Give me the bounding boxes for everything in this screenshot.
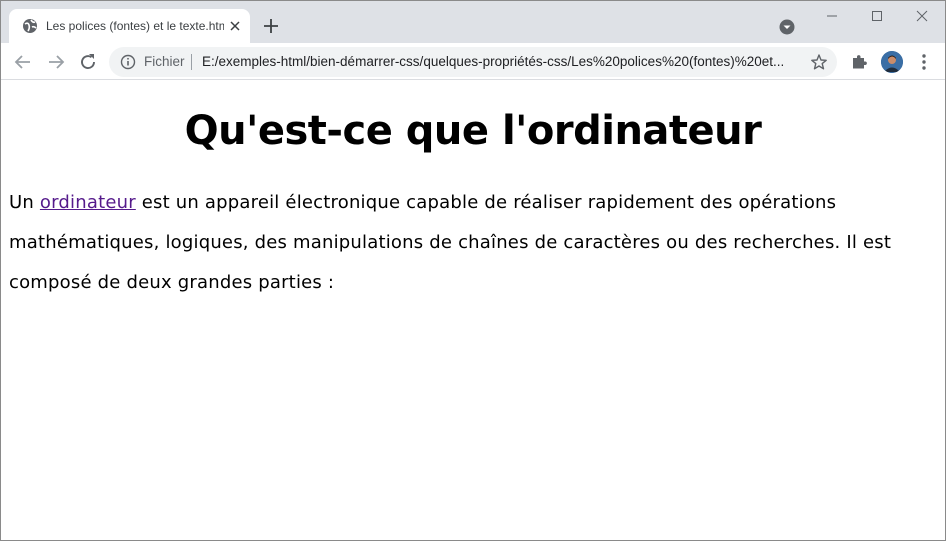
ordinateur-link[interactable]: ordinateur bbox=[40, 192, 136, 213]
page-viewport: Qu'est-ce que l'ordinateur Un ordinateur… bbox=[1, 81, 945, 540]
close-icon[interactable] bbox=[899, 1, 945, 31]
globe-icon bbox=[22, 18, 38, 34]
browser-window: Les polices (fontes) et le texte.htm Fic… bbox=[0, 0, 946, 541]
address-bar[interactable]: Fichier E:/exemples-html/bien-démarrer-c… bbox=[109, 47, 837, 77]
puzzle-icon[interactable] bbox=[850, 53, 868, 71]
info-icon[interactable] bbox=[120, 54, 136, 70]
tab-title: Les polices (fontes) et le texte.htm bbox=[46, 19, 224, 33]
minimize-icon[interactable] bbox=[809, 1, 855, 31]
maximize-icon[interactable] bbox=[854, 1, 900, 31]
tab-strip: Les polices (fontes) et le texte.htm bbox=[1, 1, 945, 43]
arrow-left-icon[interactable] bbox=[11, 50, 35, 74]
browser-toolbar: Fichier E:/exemples-html/bien-démarrer-c… bbox=[1, 43, 945, 80]
page-paragraph: Un ordinateur est un appareil électroniq… bbox=[9, 183, 909, 303]
arrow-right-icon[interactable] bbox=[44, 50, 68, 74]
paragraph-text-end: est un appareil électronique capable de … bbox=[9, 192, 892, 293]
page-title: Qu'est-ce que l'ordinateur bbox=[184, 108, 762, 154]
close-icon[interactable] bbox=[227, 18, 243, 34]
reload-icon[interactable] bbox=[76, 50, 100, 74]
avatar[interactable] bbox=[881, 51, 903, 73]
address-separator bbox=[191, 54, 192, 70]
star-icon[interactable] bbox=[810, 53, 828, 71]
url-text[interactable]: E:/exemples-html/bien-démarrer-css/quelq… bbox=[202, 54, 802, 70]
plus-icon[interactable] bbox=[259, 14, 283, 38]
three-dots-vertical-icon[interactable] bbox=[915, 52, 933, 72]
paragraph-text-start: Un bbox=[9, 192, 40, 213]
chevron-down-circle-icon[interactable] bbox=[777, 17, 797, 37]
browser-tab[interactable]: Les polices (fontes) et le texte.htm bbox=[9, 9, 250, 43]
scheme-label: Fichier bbox=[144, 54, 185, 69]
